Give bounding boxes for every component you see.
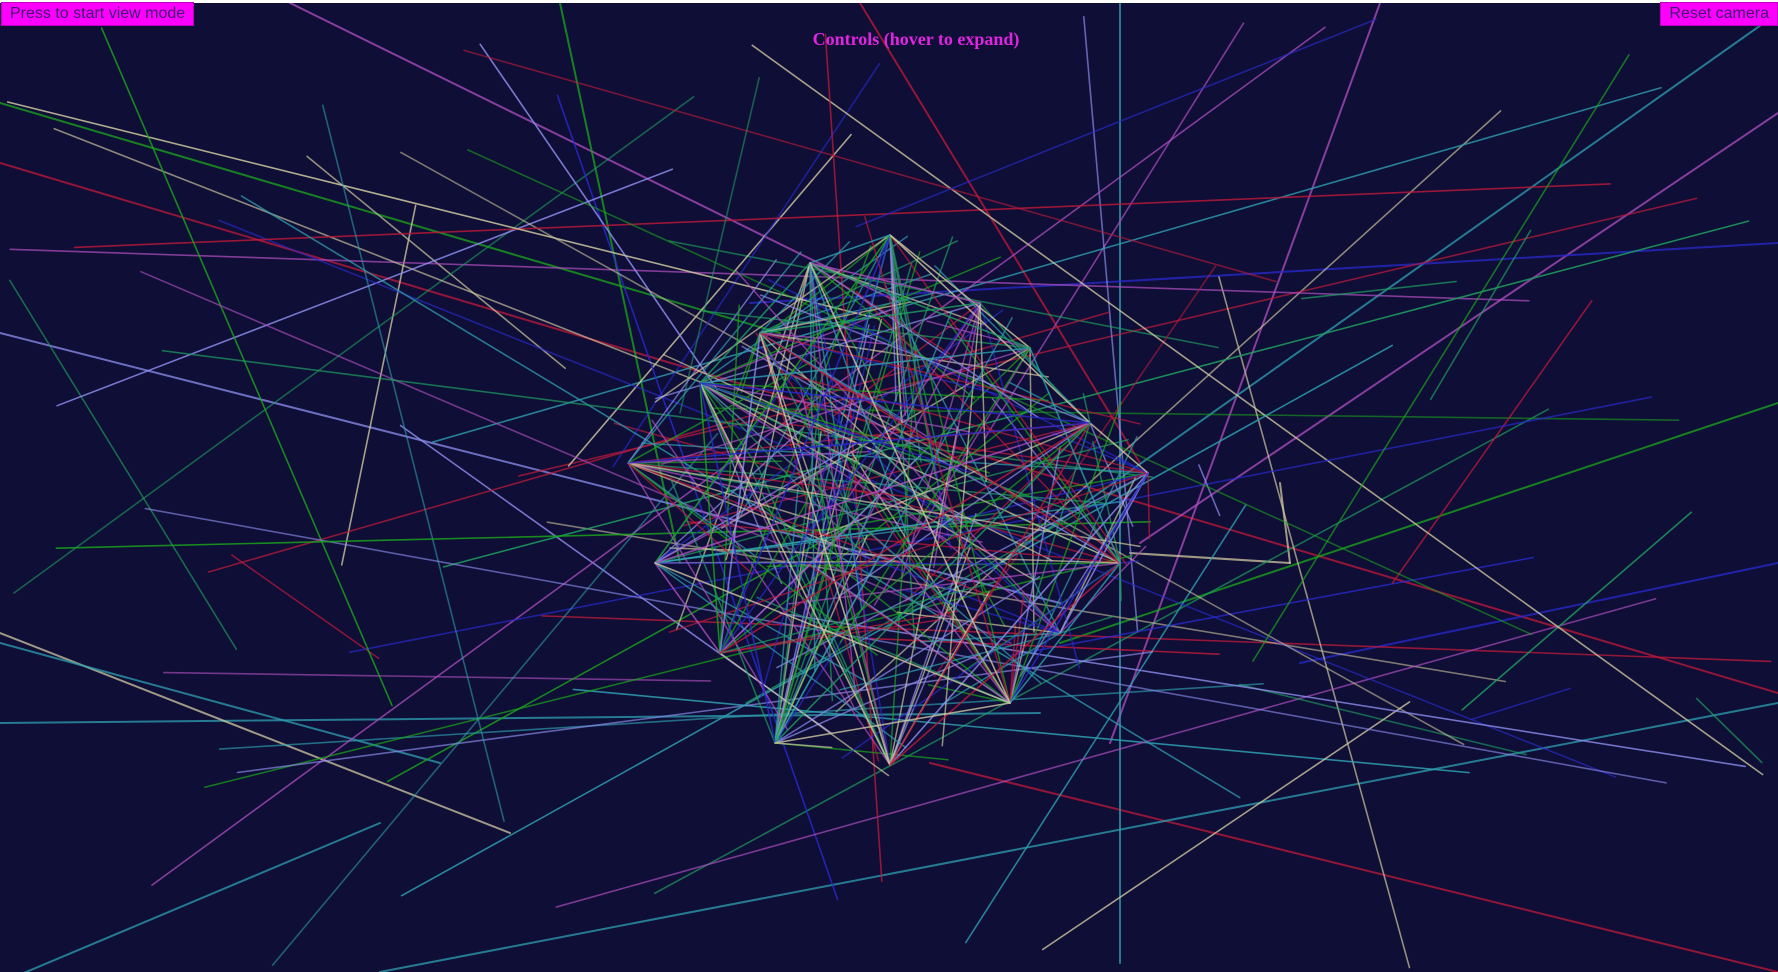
reset-camera-button[interactable]: Reset camera	[1660, 2, 1778, 26]
controls-panel-toggle[interactable]: Controls (hover to expand)	[0, 29, 1778, 50]
wireframe-scene	[0, 3, 1778, 972]
3d-viewport-canvas[interactable]	[0, 3, 1778, 972]
start-view-mode-button[interactable]: Press to start view mode	[1, 2, 195, 26]
